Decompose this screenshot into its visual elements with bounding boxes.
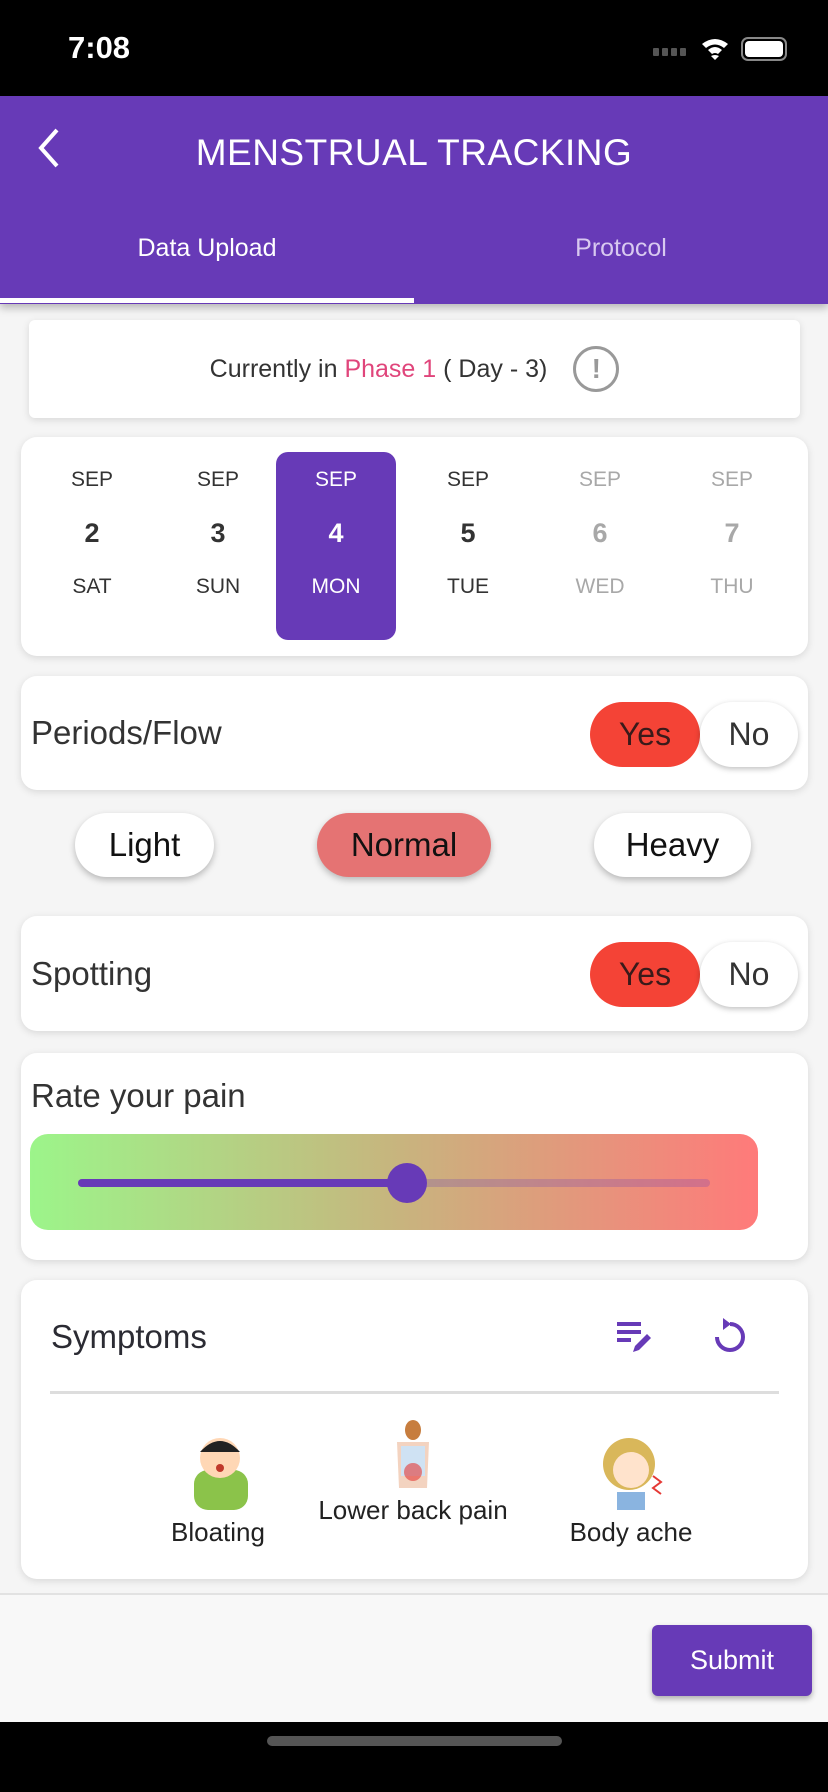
symptom-body-ache[interactable]: Body ache	[531, 1430, 731, 1549]
date-day: 6	[592, 518, 608, 548]
flow-normal-button[interactable]: Normal	[317, 813, 491, 877]
flow-light-button[interactable]: Light	[75, 813, 214, 877]
home-indicator-bar	[0, 1722, 828, 1792]
lower-back-pain-icon	[397, 1420, 429, 1488]
symptom-label: Lower back pain	[318, 1495, 508, 1525]
date-day: 2	[84, 518, 100, 548]
date-month: SEP	[710, 468, 754, 491]
date-month: SEP	[196, 468, 240, 491]
body-ache-icon	[603, 1438, 663, 1510]
date-weekday: THU	[710, 575, 754, 598]
date-day: 7	[724, 518, 740, 548]
date-item[interactable]: SEP 3 SUN	[158, 452, 278, 640]
date-item-selected[interactable]: SEP 4 MON	[276, 452, 396, 640]
tab-indicator	[0, 298, 414, 303]
date-month: SEP	[446, 468, 490, 491]
periods-label: Periods/Flow	[31, 714, 222, 751]
status-time: 7:08	[68, 30, 131, 65]
symptoms-card: Symptoms Bloating Lower back pain Body a…	[21, 1280, 808, 1579]
phase-prefix: Currently in	[209, 354, 338, 383]
refresh-icon[interactable]	[711, 1314, 749, 1358]
date-weekday: WED	[575, 575, 625, 598]
date-month: SEP	[314, 468, 358, 491]
spotting-no-button[interactable]: No	[700, 942, 798, 1007]
date-item-disabled: SEP 6 WED	[540, 452, 660, 640]
divider	[50, 1391, 779, 1394]
tab-data-upload[interactable]: Data Upload	[0, 234, 414, 263]
tab-protocol[interactable]: Protocol	[414, 234, 828, 263]
periods-yes-button[interactable]: Yes	[590, 702, 700, 767]
status-bar: 7:08	[0, 0, 828, 96]
spotting-label: Spotting	[31, 955, 153, 992]
date-day: 5	[460, 518, 476, 548]
pain-card: Rate your pain	[21, 1053, 808, 1260]
date-item-disabled: SEP 7 THU	[672, 452, 792, 640]
info-icon[interactable]: !	[573, 346, 620, 392]
date-month: SEP	[70, 468, 114, 491]
page-title: MENSTRUAL TRACKING	[195, 132, 633, 173]
flow-heavy-button[interactable]: Heavy	[594, 813, 751, 877]
edit-list-icon[interactable]	[615, 1320, 655, 1354]
pain-label: Rate your pain	[31, 1077, 246, 1114]
date-weekday: SAT	[72, 575, 112, 598]
pain-slider[interactable]	[78, 1163, 710, 1203]
bottom-bar: Submit	[0, 1593, 828, 1722]
spotting-yes-button[interactable]: Yes	[590, 942, 700, 1007]
symptom-bloating[interactable]: Bloating	[118, 1430, 318, 1549]
pain-slider-fill	[78, 1179, 407, 1187]
date-month: SEP	[578, 468, 622, 491]
symptom-label: Bloating	[171, 1517, 265, 1547]
periods-card: Periods/Flow Yes No	[21, 676, 808, 790]
bloating-icon	[194, 1438, 248, 1510]
periods-no-button[interactable]: No	[700, 702, 798, 767]
date-day: 4	[328, 518, 344, 548]
status-icons	[653, 37, 787, 61]
app-header: MENSTRUAL TRACKING Data Upload Protocol	[0, 96, 828, 304]
home-indicator[interactable]	[267, 1736, 562, 1746]
phase-name: Phase 1	[344, 354, 437, 383]
spotting-card: Spotting Yes No	[21, 916, 808, 1031]
pain-gradient	[30, 1134, 758, 1230]
date-picker: SEP 2 SAT SEP 3 SUN SEP 4 MON SEP 5 TUE SEP 6 WED …	[21, 437, 808, 656]
submit-button[interactable]: Submit	[652, 1625, 812, 1696]
symptoms-title: Symptoms	[51, 1318, 207, 1355]
date-item[interactable]: SEP 2 SAT	[32, 452, 152, 640]
pain-slider-thumb[interactable]	[386, 1163, 427, 1203]
phase-day: ( Day - 3)	[443, 354, 548, 383]
date-weekday: TUE	[447, 575, 489, 598]
symptom-label: Body ache	[569, 1517, 693, 1547]
symptom-lower-back-pain[interactable]: Lower back pain	[313, 1418, 513, 1527]
date-item[interactable]: SEP 5 TUE	[408, 452, 528, 640]
date-day: 3	[210, 518, 226, 548]
date-weekday: SUN	[195, 575, 241, 598]
phase-card: Currently in Phase 1 ( Day - 3) !	[29, 320, 800, 418]
date-weekday: MON	[311, 575, 361, 598]
